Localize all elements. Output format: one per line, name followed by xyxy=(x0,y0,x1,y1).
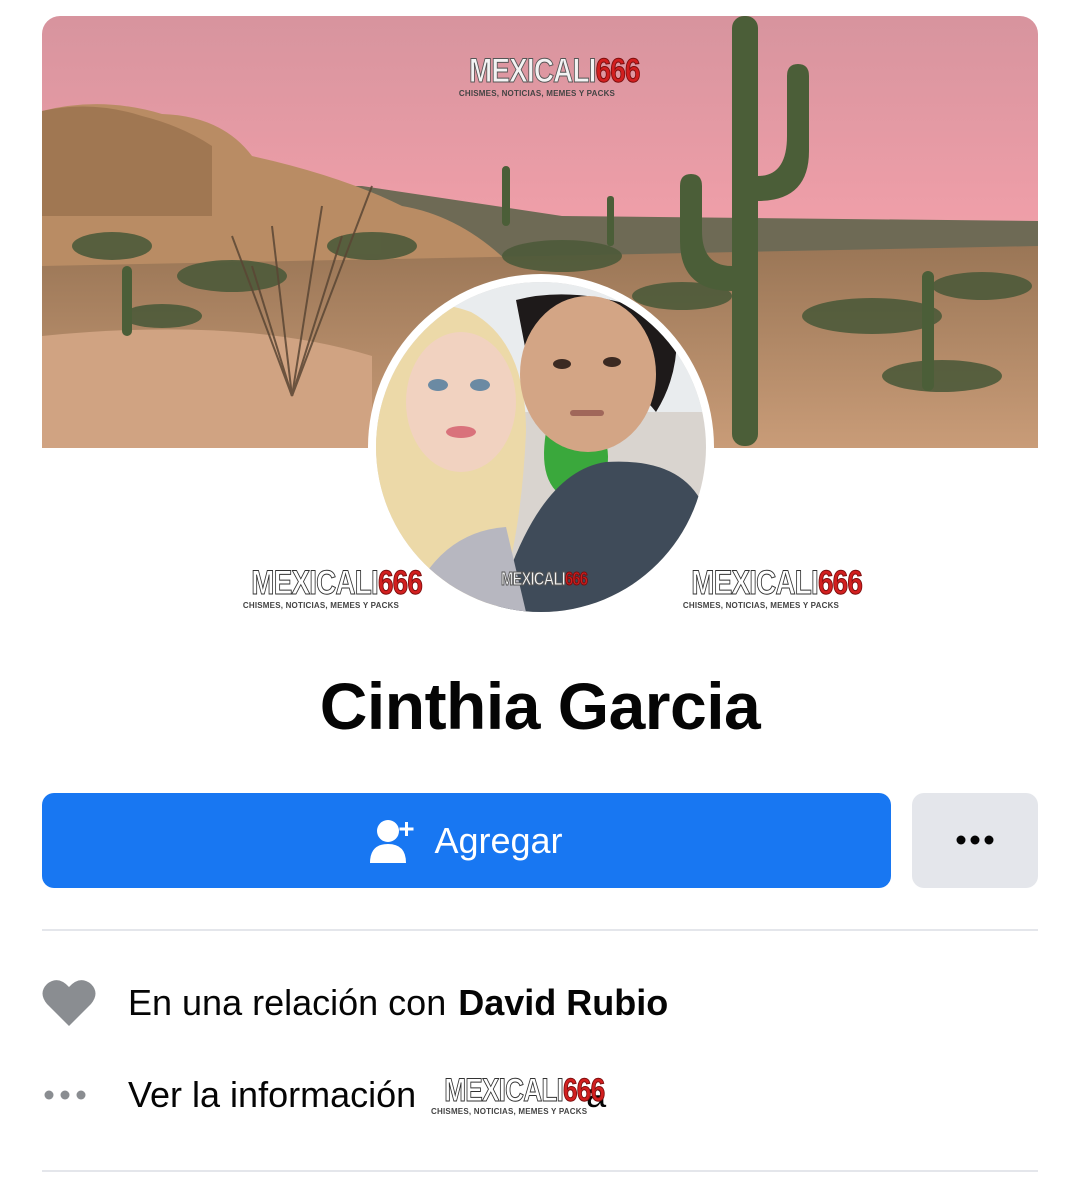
watermark-avatar: MEXICALI666 xyxy=(492,569,592,589)
couple-photo xyxy=(376,282,706,612)
see-info-tail-wrap: MEXICALI666 CHISMES, NOTICIAS, MEMES Y P… xyxy=(430,1074,606,1116)
watermark-left: MEXICALI666 CHISMES, NOTICIAS, MEMES Y P… xyxy=(236,564,423,610)
watermark-brand: MEXICALI xyxy=(251,564,379,602)
watermark-number: 666 xyxy=(595,52,641,90)
watermark-brand: MEXICALI xyxy=(501,569,567,589)
watermark-tagline: CHISMES, NOTICIAS, MEMES Y PACKS xyxy=(458,89,616,98)
watermark-number: 666 xyxy=(563,1072,606,1108)
see-info-row[interactable]: Ver la información MEXICALI666 CHISMES, … xyxy=(42,1068,606,1122)
profile-page: MEXICALI666 CHISMES, NOTICIAS, MEMES Y P… xyxy=(0,0,1080,1177)
watermark-tagline: CHISMES, NOTICIAS, MEMES Y PACKS xyxy=(431,1107,588,1116)
watermark-right: MEXICALI666 CHISMES, NOTICIAS, MEMES Y P… xyxy=(676,564,863,610)
relationship-row: En una relación con David Rubio xyxy=(42,976,668,1030)
more-dots-icon xyxy=(956,833,994,848)
watermark-brand: MEXICALI xyxy=(444,1072,564,1108)
watermark-tagline: CHISMES, NOTICIAS, MEMES Y PACKS xyxy=(242,601,400,610)
add-friend-button[interactable]: Agregar xyxy=(42,793,891,888)
add-friend-icon xyxy=(370,819,416,863)
add-friend-label: Agregar xyxy=(434,819,563,861)
heart-icon xyxy=(42,979,128,1027)
watermark-brand: MEXICALI xyxy=(468,52,597,90)
watermark-brand: MEXICALI xyxy=(691,564,819,602)
relationship-prefix: En una relación con xyxy=(128,982,447,1023)
see-info-label: Ver la información xyxy=(128,1074,417,1115)
more-dots-icon xyxy=(42,1090,128,1100)
divider xyxy=(42,1170,1038,1172)
relationship-partner-link[interactable]: David Rubio xyxy=(458,982,668,1024)
watermark-number: 666 xyxy=(817,564,864,602)
profile-name: Cinthia Garcia xyxy=(319,669,761,743)
watermark-number: 666 xyxy=(564,569,589,589)
watermark-tagline: CHISMES, NOTICIAS, MEMES Y PACKS xyxy=(682,601,840,610)
watermark-number: 666 xyxy=(377,564,424,602)
watermark-inline: MEXICALI666 CHISMES, NOTICIAS, MEMES Y P… xyxy=(430,1072,606,1116)
divider xyxy=(42,929,1038,931)
watermark-cover: MEXICALI666 CHISMES, NOTICIAS, MEMES Y P… xyxy=(454,52,641,98)
more-options-button[interactable] xyxy=(912,793,1038,888)
profile-avatar[interactable]: MEXICALI666 xyxy=(368,274,714,620)
